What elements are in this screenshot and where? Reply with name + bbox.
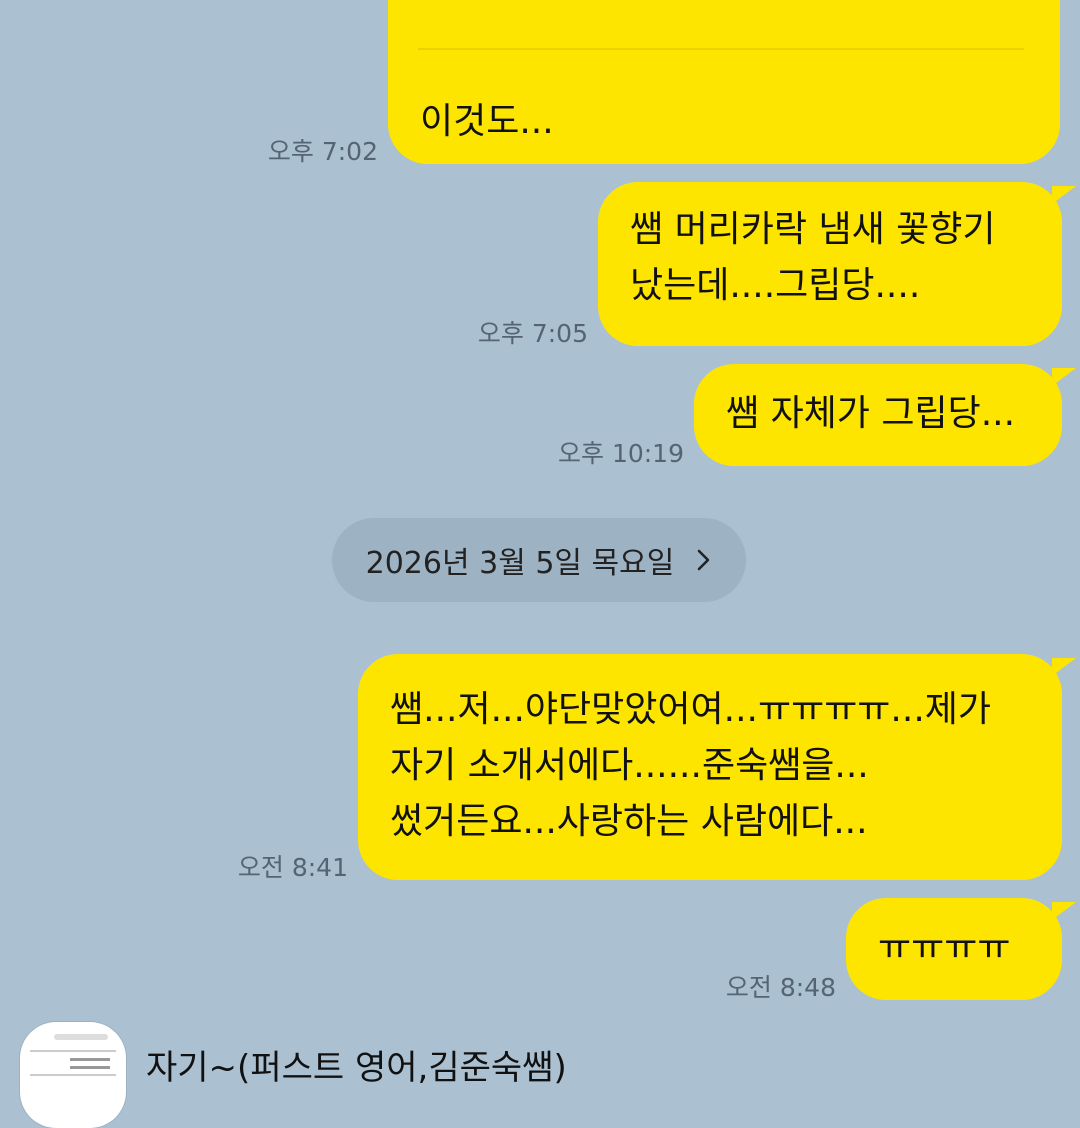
bubble-tail: [1052, 368, 1076, 386]
date-divider[interactable]: 2026년 3월 5일 목요일: [332, 518, 746, 602]
message-bubble[interactable]: 쌤 머리카락 냄새 꽃향기 났는데....그립당....: [598, 182, 1076, 346]
message-bubble[interactable]: 쌤...저...야단맞았어여...ㅠㅠㅠㅠ...제가 자기 소개서에다.....…: [358, 654, 1076, 880]
message-bubble[interactable]: 쌤 자체가 그립당...: [694, 364, 1076, 466]
message-bubble[interactable]: 이것도...: [388, 0, 1060, 164]
date-label: 2026년 3월 5일 목요일: [365, 546, 675, 581]
chat-preview-title[interactable]: 자기~(퍼스트 영어,김준숙쌤): [146, 1040, 567, 1089]
message-line: 자기 소개서에다......준숙쌤을...: [390, 745, 869, 786]
chevron-right-icon: [696, 548, 712, 572]
message-line: 났는데....그립당....: [630, 265, 921, 306]
bubble-tail: [1052, 658, 1076, 676]
message-time: 오후 7:05: [477, 319, 588, 348]
chat-thumbnail[interactable]: [20, 1022, 126, 1128]
message-line: 쌤 머리카락 냄새 꽃향기: [630, 209, 996, 250]
message-line: ㅠㅠㅠㅠ: [878, 927, 1011, 968]
bubble-divider: [418, 48, 1024, 50]
message-bubble[interactable]: ㅠㅠㅠㅠ: [846, 898, 1076, 1000]
message-line: 쌤 자체가 그립당...: [726, 393, 1016, 434]
message-time: 오전 8:48: [725, 973, 836, 1002]
bubble-tail: [1052, 902, 1076, 920]
message-line: 썼거든요...사랑하는 사람에다...: [390, 801, 868, 842]
message-time: 오후 7:02: [267, 137, 378, 166]
message-line: 쌤...저...야단맞았어여...ㅠㅠㅠㅠ...제가: [390, 689, 992, 730]
message-text: 이것도...: [420, 101, 554, 142]
bubble-tail: [1052, 186, 1076, 204]
message-time: 오전 8:41: [237, 853, 348, 882]
message-time: 오후 10:19: [558, 439, 684, 468]
